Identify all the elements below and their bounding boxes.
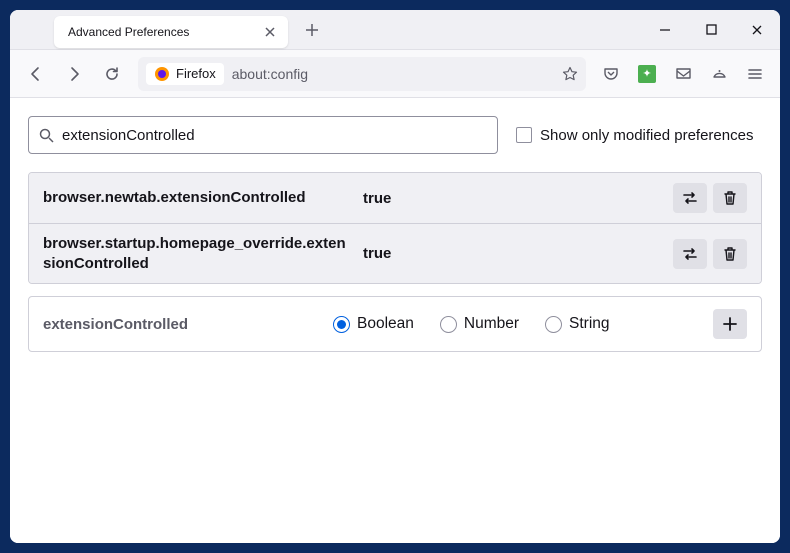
toggle-icon (681, 191, 699, 205)
search-row: Show only modified preferences (28, 116, 762, 154)
radio-number[interactable]: Number (440, 315, 519, 333)
url-text: about:config (232, 66, 554, 82)
toggle-button[interactable] (673, 239, 707, 269)
delete-button[interactable] (713, 183, 747, 213)
new-preference-row: extensionControlled Boolean Number Strin… (28, 296, 762, 352)
identity-label: Firefox (176, 66, 216, 81)
url-bar[interactable]: Firefox about:config (138, 57, 586, 91)
pocket-icon[interactable] (596, 59, 626, 89)
titlebar: Advanced Preferences (10, 10, 780, 50)
window-controls (642, 10, 780, 50)
search-icon (39, 128, 54, 143)
trash-icon (723, 246, 737, 262)
nav-toolbar: Firefox about:config ✦ (10, 50, 780, 98)
close-icon[interactable] (262, 24, 278, 40)
radio-label: Number (464, 315, 519, 333)
preference-row[interactable]: browser.startup.homepage_override.extens… (29, 224, 761, 283)
extension-icon[interactable]: ✦ (632, 59, 662, 89)
browser-tab[interactable]: Advanced Preferences (54, 16, 288, 48)
firefox-logo-icon (154, 66, 170, 82)
radio-string[interactable]: String (545, 315, 610, 333)
forward-button[interactable] (58, 58, 90, 90)
toggle-button[interactable] (673, 183, 707, 213)
radio-label: Boolean (357, 315, 414, 333)
plus-icon (723, 317, 737, 331)
show-modified-checkbox[interactable]: Show only modified preferences (516, 127, 753, 144)
preference-name: browser.startup.homepage_override.extens… (43, 234, 353, 273)
preference-list: browser.newtab.extensionControlled true … (28, 172, 762, 284)
search-input[interactable] (62, 127, 487, 144)
back-button[interactable] (20, 58, 52, 90)
radio-label: String (569, 315, 610, 333)
preference-row[interactable]: browser.newtab.extensionControlled true (29, 173, 761, 224)
delete-button[interactable] (713, 239, 747, 269)
bookmark-star-icon[interactable] (562, 66, 578, 82)
preference-value: true (363, 190, 663, 207)
add-button[interactable] (713, 309, 747, 339)
preference-name: browser.newtab.extensionControlled (43, 188, 353, 208)
toggle-icon (681, 247, 699, 261)
browser-window: Advanced Preferences Firefox about:confi… (10, 10, 780, 543)
type-radio-group: Boolean Number String (333, 315, 703, 333)
new-preference-name: extensionControlled (43, 316, 323, 333)
radio-boolean[interactable]: Boolean (333, 315, 414, 333)
checkbox-label-text: Show only modified preferences (540, 127, 753, 144)
menu-button[interactable] (740, 59, 770, 89)
close-window-button[interactable] (734, 10, 780, 50)
radio-icon (333, 316, 350, 333)
account-icon[interactable] (704, 59, 734, 89)
radio-icon (440, 316, 457, 333)
tab-title: Advanced Preferences (68, 25, 254, 39)
reload-button[interactable] (96, 58, 128, 90)
new-tab-button[interactable] (298, 16, 326, 44)
maximize-button[interactable] (688, 10, 734, 50)
minimize-button[interactable] (642, 10, 688, 50)
search-box[interactable] (28, 116, 498, 154)
trash-icon (723, 190, 737, 206)
identity-box[interactable]: Firefox (146, 63, 224, 85)
checkbox-icon (516, 127, 532, 143)
row-actions (673, 239, 747, 269)
row-actions (673, 183, 747, 213)
radio-icon (545, 316, 562, 333)
inbox-icon[interactable] (668, 59, 698, 89)
preference-value: true (363, 245, 663, 262)
about-config-content: Show only modified preferences browser.n… (10, 98, 780, 543)
